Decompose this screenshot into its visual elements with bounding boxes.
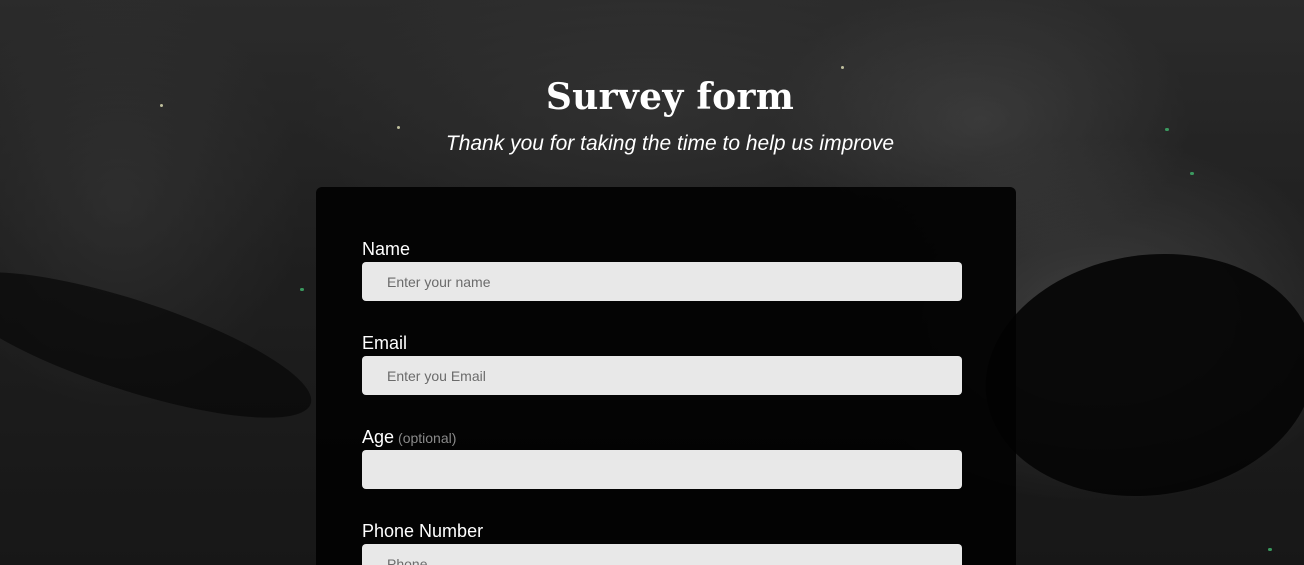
background-speck <box>300 288 304 291</box>
age-input[interactable] <box>362 450 962 489</box>
background-speck <box>841 66 844 69</box>
name-label: Name <box>362 239 410 260</box>
age-label-text: Age <box>362 427 395 447</box>
email-input[interactable] <box>362 356 962 395</box>
phone-label: Phone Number <box>362 521 483 542</box>
background-speck <box>1190 172 1194 175</box>
page-description: Thank you for taking the time to help us… <box>445 132 895 155</box>
email-label: Email <box>362 333 407 354</box>
phone-label-text: Phone Number <box>362 521 484 541</box>
optional-note: (optional) <box>398 430 457 446</box>
background-speck <box>1165 128 1169 131</box>
background-speck <box>397 126 400 129</box>
age-label: Age (optional) <box>362 427 456 448</box>
background-speck <box>1268 548 1272 551</box>
survey-form: Name Email Age(optional) Phone Number <box>316 187 1016 565</box>
page-title: Survey form <box>545 76 795 119</box>
phone-input[interactable] <box>362 544 962 565</box>
name-label-text: Name <box>362 239 411 259</box>
email-label-text: Email <box>362 333 408 353</box>
name-input[interactable] <box>362 262 962 301</box>
